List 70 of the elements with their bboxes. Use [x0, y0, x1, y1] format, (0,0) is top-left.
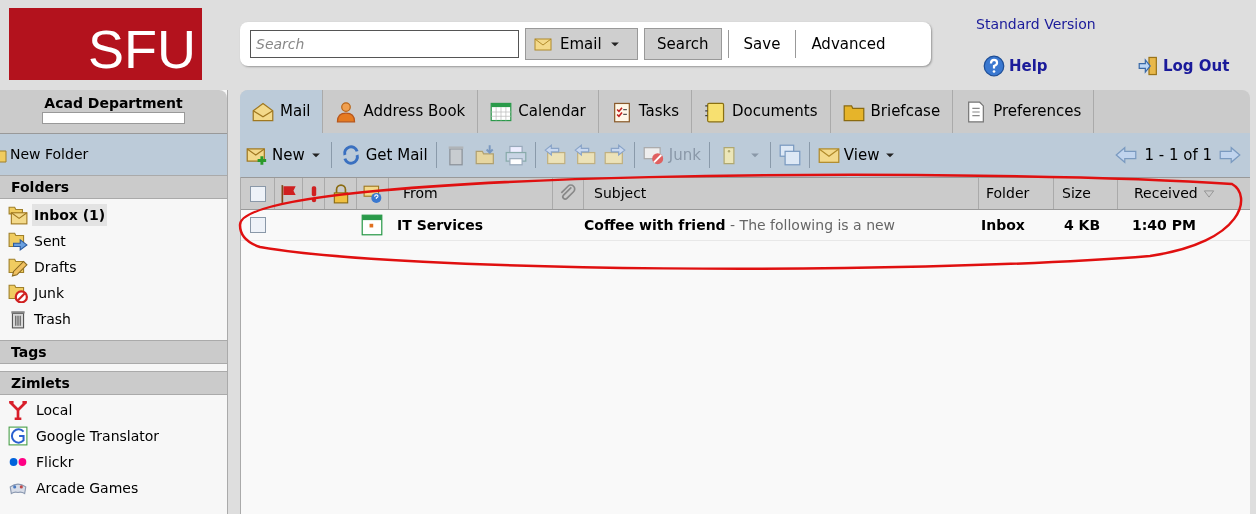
folder-item[interactable]: Junk: [32, 282, 66, 304]
tab[interactable]: Mail: [240, 90, 324, 133]
envelope-arrow-icon: [573, 144, 596, 166]
envelope-arrow-icon: [543, 144, 566, 166]
get-mail-button[interactable]: Get Mail: [339, 143, 428, 167]
section-header[interactable]: Zimlets: [0, 371, 227, 395]
column-header[interactable]: Received: [1118, 178, 1250, 209]
folder-item[interactable]: Inbox (1): [32, 204, 108, 226]
table-cell-text: IT Services: [396, 215, 485, 235]
door-icon: [1138, 55, 1160, 78]
folder-icon: [8, 257, 28, 277]
page-count: 1 - 1 of 1: [1144, 144, 1212, 166]
table-cell-text: Coffee with friend - The following is a new: [584, 215, 897, 235]
previous-page-icon[interactable]: [1114, 144, 1139, 166]
search-type-dropdown[interactable]: Email: [525, 28, 638, 60]
zimlet-item[interactable]: Flickr: [36, 451, 74, 473]
new-button[interactable]: New: [246, 143, 323, 167]
help-icon: [983, 55, 1005, 78]
zimlet-item[interactable]: Local: [36, 399, 73, 421]
row-checkbox[interactable]: [250, 217, 266, 233]
search-button[interactable]: Search: [644, 28, 722, 60]
envelope-icon: [532, 35, 554, 53]
folder-item[interactable]: Sent: [32, 230, 68, 252]
help-link[interactable]: Help: [983, 55, 1048, 78]
folder-item[interactable]: Trash: [32, 308, 73, 330]
person-icon: [335, 100, 358, 123]
zimlet-item[interactable]: Arcade Games: [36, 477, 139, 499]
select-all-checkbox[interactable]: [249, 185, 266, 202]
calendar-icon: [361, 214, 383, 236]
view-button[interactable]: View: [817, 143, 898, 167]
folder-icon: [8, 309, 28, 329]
envelope-question-icon[interactable]: [362, 183, 383, 204]
column-header[interactable]: Folder: [979, 178, 1054, 209]
envelope-icon: [252, 100, 274, 123]
new-folder-button[interactable]: New Folder: [0, 144, 89, 165]
save-button[interactable]: Save: [734, 28, 790, 60]
table-cell-text: Inbox: [980, 215, 1026, 235]
version-link[interactable]: Standard Version: [976, 14, 1096, 35]
reply-all-button[interactable]: [573, 144, 596, 166]
zimlet-icon: [8, 426, 28, 446]
envelope-arrow-icon: [603, 144, 626, 166]
folder-icon: [8, 231, 28, 251]
folder-arrow-icon: [474, 144, 497, 166]
table-cell-text: 1:40 PM: [1131, 215, 1196, 235]
account-name: Acad Department: [44, 94, 183, 112]
section-header[interactable]: Folders: [0, 175, 227, 199]
zimlet-icon: [8, 400, 28, 420]
windows-icon: [778, 144, 801, 166]
table-cell-text: 4 KB: [1063, 215, 1102, 235]
calendar-icon: [490, 100, 513, 123]
advanced-button[interactable]: Advanced: [802, 28, 895, 60]
section-header[interactable]: Tags: [0, 340, 227, 364]
logo: SFU: [9, 8, 202, 80]
column-header[interactable]: Subject: [584, 178, 979, 209]
folder-item[interactable]: Drafts: [32, 256, 79, 278]
folder-icon: [8, 283, 28, 303]
envelope-blocked-icon: [642, 144, 665, 166]
zimlet-item[interactable]: Google Translator: [36, 425, 160, 447]
search-field[interactable]: Search: [250, 30, 519, 58]
reply-button[interactable]: [543, 144, 566, 166]
notebook-icon: [703, 100, 726, 123]
column-header[interactable]: Size: [1054, 178, 1118, 209]
folder-icon: [8, 205, 28, 225]
move-button[interactable]: [474, 144, 497, 166]
printer-icon: [504, 144, 527, 166]
logout-link[interactable]: Log Out: [1138, 55, 1230, 78]
new-window-button[interactable]: [778, 144, 801, 166]
print-button[interactable]: [504, 144, 527, 166]
forward-button[interactable]: [603, 144, 626, 166]
next-page-icon[interactable]: [1218, 144, 1242, 166]
